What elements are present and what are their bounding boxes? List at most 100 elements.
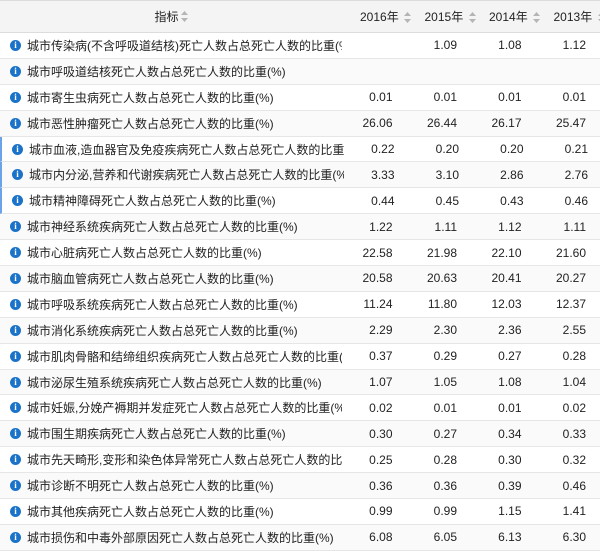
indicator-cell: i 城市血液,造血器官及免疫疾病死亡人数占总死亡人数的比重(%) xyxy=(2,141,344,158)
info-icon[interactable]: i xyxy=(10,506,21,517)
info-icon[interactable]: i xyxy=(12,169,23,180)
table-header: 指标 2016年 2015年 2014年 2013年 xyxy=(0,0,600,33)
info-icon[interactable]: i xyxy=(12,195,23,206)
info-icon[interactable]: i xyxy=(10,221,21,232)
header-2015-label: 2015年 xyxy=(425,10,464,24)
value-2016: 20.58 xyxy=(342,271,407,285)
indicator-name[interactable]: 城市精神障碍死亡人数占总死亡人数的比重(%) xyxy=(29,192,276,209)
table-row: i城市心脏病死亡人数占总死亡人数的比重(%) 22.58 21.98 22.10… xyxy=(0,240,600,266)
info-icon[interactable]: i xyxy=(12,144,23,155)
header-indicator-label: 指标 xyxy=(154,8,178,25)
indicator-name[interactable]: 城市神经系统疾病死亡人数占总死亡人数的比重(%) xyxy=(27,218,298,235)
indicator-cell: i 城市围生期疾病死亡人数占总死亡人数的比重(%) xyxy=(0,425,342,442)
info-icon[interactable]: i xyxy=(10,454,21,465)
info-icon[interactable]: i xyxy=(10,40,21,51)
info-icon[interactable]: i xyxy=(10,377,21,388)
indicator-cell: i 城市先天畸形,变形和染色体异常死亡人数占总死亡人数的比重(%) xyxy=(0,451,342,468)
value-2013: 1.41 xyxy=(536,504,600,518)
indicator-name[interactable]: 城市血液,造血器官及免疫疾病死亡人数占总死亡人数的比重(%) xyxy=(29,141,344,158)
value-2015: 0.20 xyxy=(409,142,474,156)
indicator-name[interactable]: 城市内分泌,营养和代谢疾病死亡人数占总死亡人数的比重(%) xyxy=(29,166,344,183)
value-2014: 2.86 xyxy=(473,168,538,182)
value-2015: 1.09 xyxy=(407,38,472,52)
value-2016: 0.99 xyxy=(342,504,407,518)
info-icon[interactable]: i xyxy=(10,351,21,362)
indicator-name[interactable]: 城市先天畸形,变形和染色体异常死亡人数占总死亡人数的比重(%) xyxy=(27,451,342,468)
table-row: i城市消化系统疾病死亡人数占总死亡人数的比重(%) 2.29 2.30 2.36… xyxy=(0,318,600,344)
value-2016: 0.30 xyxy=(342,427,407,441)
value-2016: 1.07 xyxy=(342,375,407,389)
value-2014: 22.10 xyxy=(471,246,536,260)
header-2015[interactable]: 2015年 xyxy=(407,8,472,25)
indicator-name[interactable]: 城市呼吸道结核死亡人数占总死亡人数的比重(%) xyxy=(27,63,286,80)
indicator-cell: i 城市神经系统疾病死亡人数占总死亡人数的比重(%) xyxy=(0,218,342,235)
value-2015: 0.29 xyxy=(407,349,472,363)
indicator-cell: i 城市脑血管病死亡人数占总死亡人数的比重(%) xyxy=(0,270,342,287)
value-2016: 0.02 xyxy=(342,401,407,415)
indicator-name[interactable]: 城市呼吸系统疾病死亡人数占总死亡人数的比重(%) xyxy=(27,296,298,313)
indicator-cell: i 城市妊娠,分娩产褥期并发症死亡人数占总死亡人数的比重(%) xyxy=(0,399,342,416)
indicator-name[interactable]: 城市传染病(不含呼吸道结核)死亡人数占总死亡人数的比重(%) xyxy=(27,37,342,54)
header-2013[interactable]: 2013年 xyxy=(536,8,600,25)
info-icon[interactable]: i xyxy=(10,247,21,258)
indicator-cell: i 城市内分泌,营养和代谢疾病死亡人数占总死亡人数的比重(%) xyxy=(2,166,344,183)
table-row: i城市神经系统疾病死亡人数占总死亡人数的比重(%) 1.22 1.11 1.12… xyxy=(0,214,600,240)
value-2013: 0.02 xyxy=(536,401,600,415)
value-2014: 0.01 xyxy=(471,90,536,104)
indicator-name[interactable]: 城市消化系统疾病死亡人数占总死亡人数的比重(%) xyxy=(27,322,298,339)
sort-icon[interactable] xyxy=(181,11,188,22)
value-2014: 0.34 xyxy=(471,427,536,441)
table-row: i城市恶性肿瘤死亡人数占总死亡人数的比重(%) 26.06 26.44 26.1… xyxy=(0,111,600,137)
value-2014: 1.12 xyxy=(471,220,536,234)
indicator-cell: i 城市寄生虫病死亡人数占总死亡人数的比重(%) xyxy=(0,89,342,106)
value-2013: 1.12 xyxy=(536,38,600,52)
info-icon[interactable]: i xyxy=(10,66,21,77)
value-2016: 0.37 xyxy=(342,349,407,363)
info-icon[interactable]: i xyxy=(10,92,21,103)
table-row: i城市围生期疾病死亡人数占总死亡人数的比重(%) 0.30 0.27 0.34 … xyxy=(0,421,600,447)
info-icon[interactable]: i xyxy=(10,118,21,129)
info-icon[interactable]: i xyxy=(10,480,21,491)
value-2016: 0.36 xyxy=(342,479,407,493)
info-icon[interactable]: i xyxy=(10,273,21,284)
table-row: i城市脑血管病死亡人数占总死亡人数的比重(%) 20.58 20.63 20.4… xyxy=(0,266,600,292)
value-2013: 0.01 xyxy=(536,90,600,104)
table-row: i城市呼吸系统疾病死亡人数占总死亡人数的比重(%) 11.24 11.80 12… xyxy=(0,292,600,318)
value-2016: 0.25 xyxy=(342,453,407,467)
info-icon[interactable]: i xyxy=(10,402,21,413)
indicator-name[interactable]: 城市寄生虫病死亡人数占总死亡人数的比重(%) xyxy=(27,89,274,106)
value-2015: 26.44 xyxy=(407,116,472,130)
indicator-name[interactable]: 城市泌尿生殖系统疾病死亡人数占总死亡人数的比重(%) xyxy=(27,374,322,391)
value-2015: 6.05 xyxy=(407,530,472,544)
value-2016: 0.22 xyxy=(344,142,409,156)
header-indicator[interactable]: 指标 xyxy=(0,8,342,25)
value-2014: 1.15 xyxy=(471,504,536,518)
header-2016[interactable]: 2016年 xyxy=(342,8,407,25)
value-2016: 2.29 xyxy=(342,323,407,337)
indicator-name[interactable]: 城市围生期疾病死亡人数占总死亡人数的比重(%) xyxy=(27,425,286,442)
indicator-name[interactable]: 城市损伤和中毒外部原因死亡人数占总死亡人数的比重(%) xyxy=(27,529,334,546)
indicator-cell: i 城市恶性肿瘤死亡人数占总死亡人数的比重(%) xyxy=(0,115,342,132)
value-2013: 21.60 xyxy=(536,246,600,260)
value-2016: 11.24 xyxy=(342,297,407,311)
table-row: i城市寄生虫病死亡人数占总死亡人数的比重(%) 0.01 0.01 0.01 0… xyxy=(0,85,600,111)
header-2014[interactable]: 2014年 xyxy=(471,8,536,25)
info-icon[interactable]: i xyxy=(10,428,21,439)
indicator-name[interactable]: 城市诊断不明死亡人数占总死亡人数的比重(%) xyxy=(27,477,274,494)
table-row: i城市传染病(不含呼吸道结核)死亡人数占总死亡人数的比重(%) 1.09 1.0… xyxy=(0,33,600,59)
value-2013: 1.11 xyxy=(536,220,600,234)
value-2015: 0.01 xyxy=(407,90,472,104)
info-icon[interactable]: i xyxy=(10,532,21,543)
indicator-name[interactable]: 城市妊娠,分娩产褥期并发症死亡人数占总死亡人数的比重(%) xyxy=(27,399,342,416)
info-icon[interactable]: i xyxy=(10,325,21,336)
indicator-name[interactable]: 城市其他疾病死亡人数占总死亡人数的比重(%) xyxy=(27,503,274,520)
value-2015: 0.99 xyxy=(407,504,472,518)
indicator-name[interactable]: 城市肌肉骨骼和结缔组织疾病死亡人数占总死亡人数的比重(%) xyxy=(27,348,342,365)
info-icon[interactable]: i xyxy=(10,299,21,310)
indicator-name[interactable]: 城市心脏病死亡人数占总死亡人数的比重(%) xyxy=(27,244,262,261)
indicator-name[interactable]: 城市恶性肿瘤死亡人数占总死亡人数的比重(%) xyxy=(27,115,274,132)
data-table: 指标 2016年 2015年 2014年 2013年 i 城市传染病(不含呼吸道结… xyxy=(0,0,600,551)
indicator-name[interactable]: 城市脑血管病死亡人数占总死亡人数的比重(%) xyxy=(27,270,274,287)
table-row: i城市先天畸形,变形和染色体异常死亡人数占总死亡人数的比重(%) 0.25 0.… xyxy=(0,447,600,473)
indicator-cell: i 城市肌肉骨骼和结缔组织疾病死亡人数占总死亡人数的比重(%) xyxy=(0,348,342,365)
